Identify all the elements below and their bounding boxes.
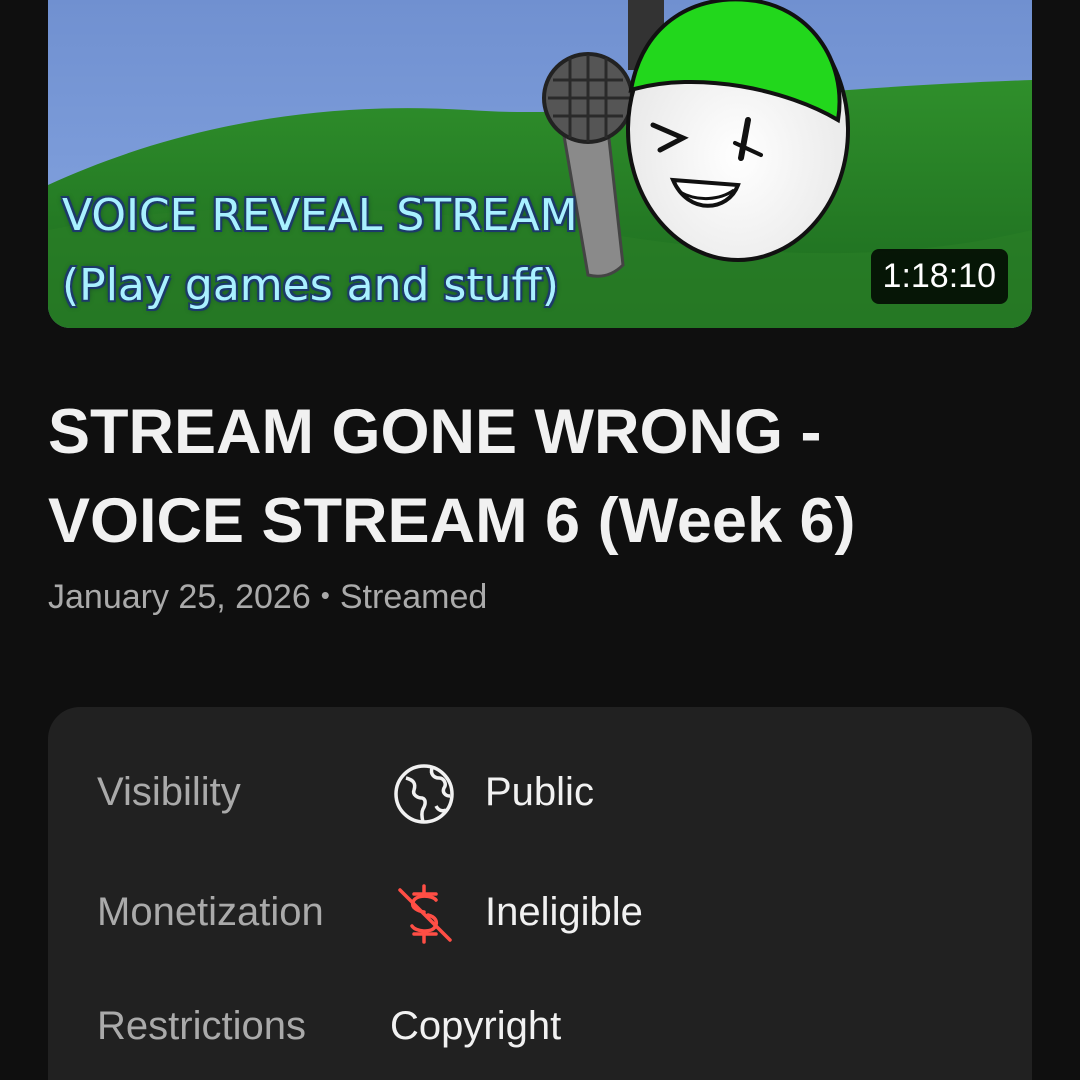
video-date: January 25, 2026 [48,578,311,616]
monetization-row[interactable]: Monetization Ineligible [48,872,1032,952]
duration-badge: 1:18:10 [870,249,1008,304]
visibility-value: Public [485,770,594,814]
restrictions-value: Copyright [390,1004,562,1048]
restrictions-row[interactable]: Restrictions Copyright [48,986,1032,1066]
video-meta: January 25, 2026 • Streamed [48,578,487,617]
monetization-label: Monetization [97,890,324,934]
thumbnail-caption-line1: VOICE REVEAL STREAM [62,190,578,241]
meta-separator: • [320,580,330,610]
visibility-row[interactable]: Visibility Public [48,752,1032,832]
globe-icon [392,762,456,826]
video-thumbnail[interactable]: VOICE REVEAL STREAM (Play games and stuf… [48,0,1032,328]
monetization-value: Ineligible [485,890,643,934]
thumbnail-caption-line2: (Play games and stuff) [62,260,559,311]
video-title: STREAM GONE WRONG - VOICE STREAM 6 (Week… [48,397,856,556]
restrictions-label: Restrictions [97,1004,306,1048]
dollar-off-icon [392,882,456,946]
details-card: Visibility Public Monetization Ineligibl… [48,707,1032,1080]
visibility-label: Visibility [97,770,241,814]
video-status: Streamed [339,578,488,616]
video-details-page: VOICE REVEAL STREAM (Play games and stuf… [0,0,1080,1080]
